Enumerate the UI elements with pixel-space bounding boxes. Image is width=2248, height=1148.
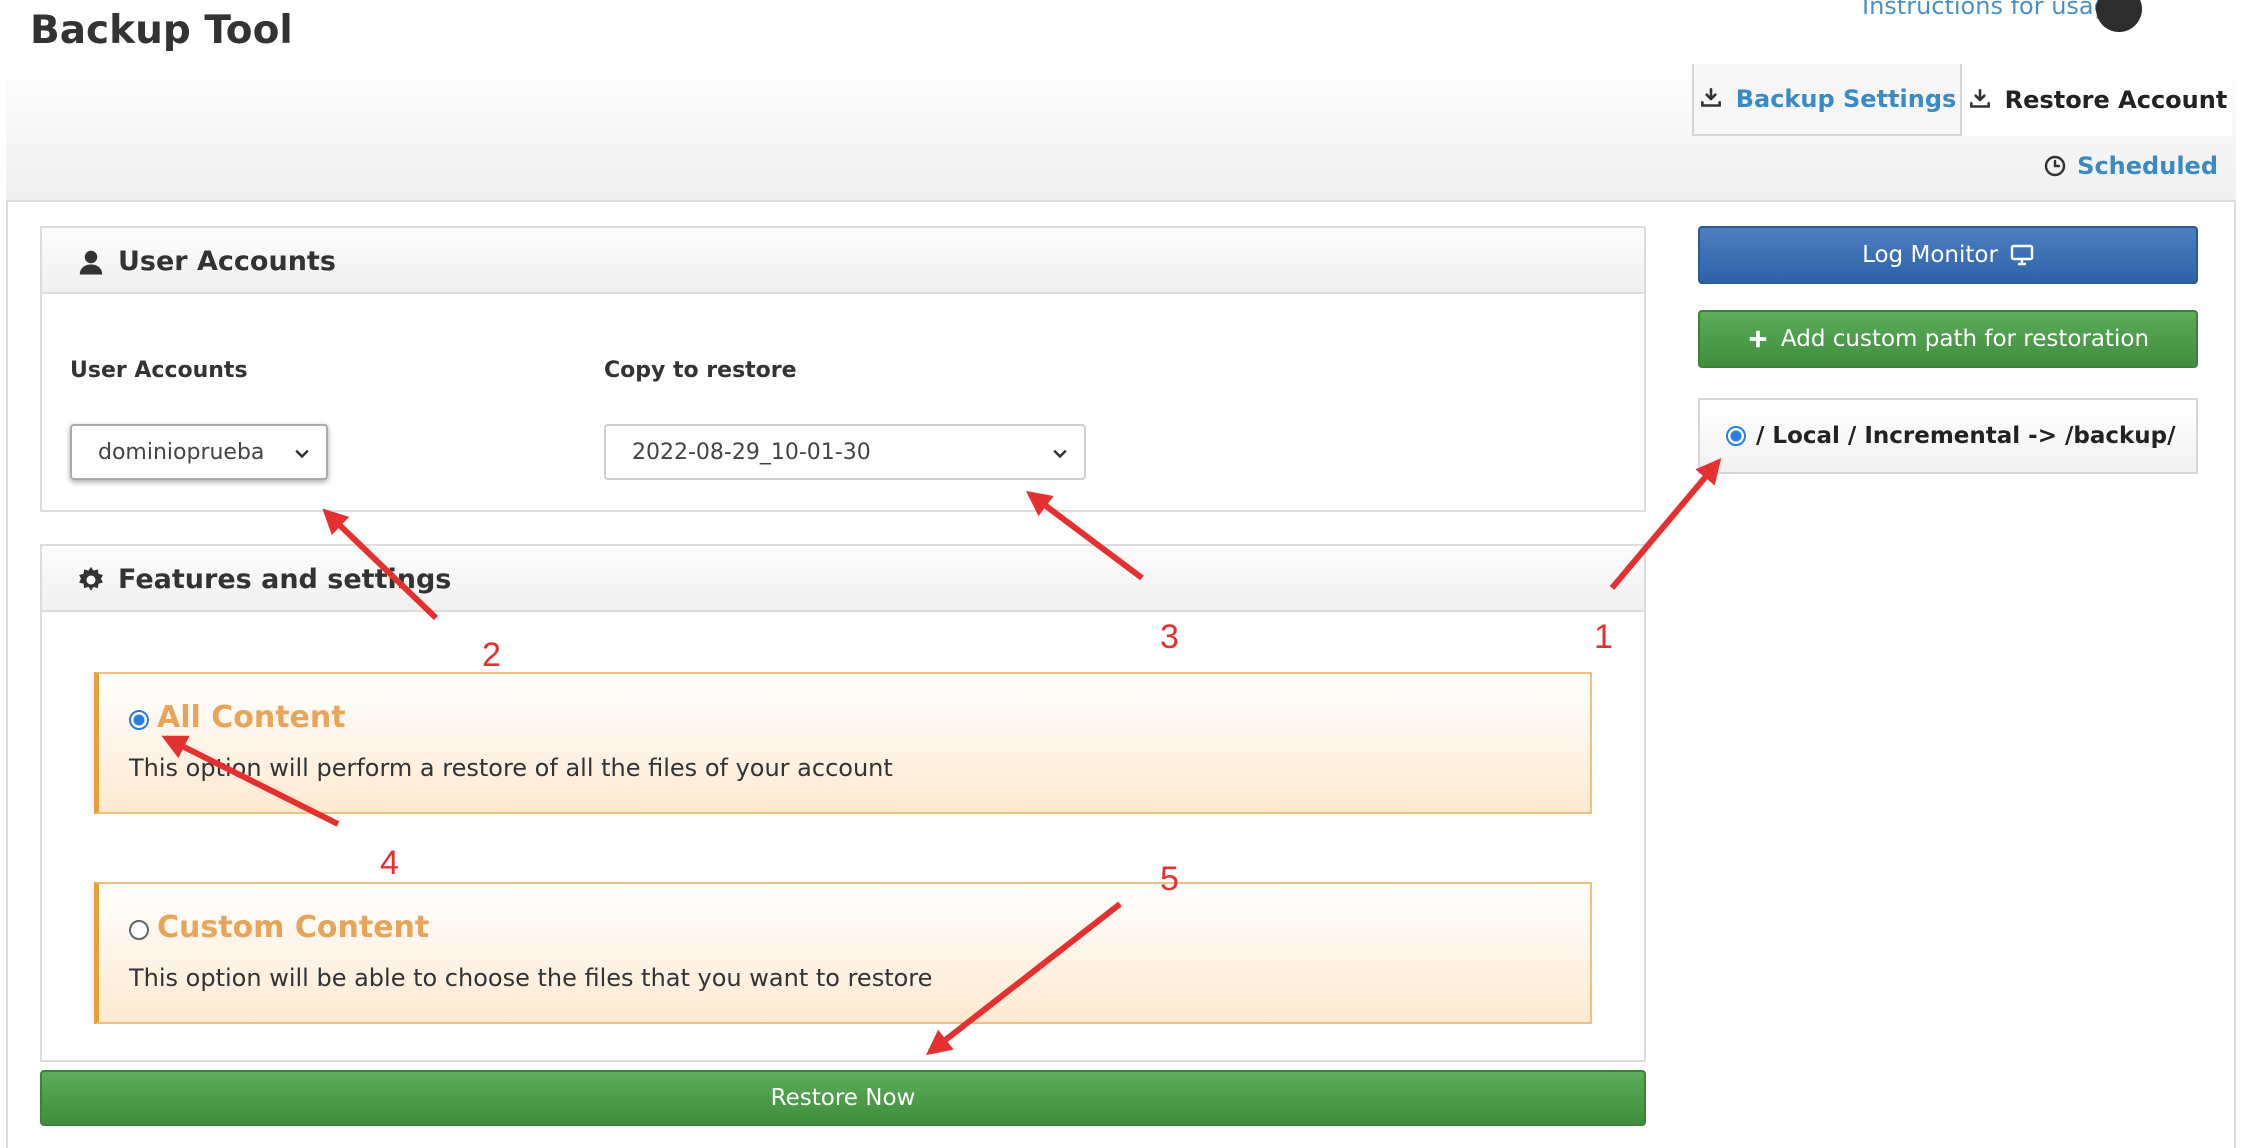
custom-content-radio[interactable] [129, 920, 149, 940]
restore-path-radio[interactable] [1726, 426, 1746, 446]
add-custom-path-button[interactable]: Add custom path for restoration [1698, 310, 2198, 368]
scheduled-link[interactable]: Scheduled [2043, 152, 2218, 180]
panel-title: Features and settings [118, 563, 452, 595]
instructions-link[interactable]: Instructions for usage [1862, 0, 2124, 20]
custom-content-title: Custom Content [157, 910, 430, 945]
annotation-number-1: 1 [1594, 618, 1613, 656]
chevron-down-icon [295, 449, 309, 459]
all-content-title: All Content [157, 700, 346, 735]
log-monitor-button[interactable]: Log Monitor [1698, 226, 2198, 284]
panel-title: User Accounts [118, 245, 336, 277]
custom-content-description: This option will be able to choose the f… [129, 964, 933, 992]
copy-to-restore-label: Copy to restore [604, 358, 797, 383]
tab-backup-settings[interactable]: Backup Settings [1692, 64, 1962, 136]
user-accounts-value: dominioprueba [98, 439, 265, 465]
user-accounts-label: User Accounts [70, 358, 248, 383]
restore-path-option[interactable]: / Local / Incremental -> /backup/ [1698, 398, 2198, 474]
monitor-icon [2010, 244, 2034, 266]
annotation-number-4: 4 [380, 844, 399, 882]
add-custom-path-label: Add custom path for restoration [1780, 326, 2150, 352]
annotation-number-3: 3 [1160, 618, 1179, 656]
annotation-number-2: 2 [482, 636, 501, 674]
tab-backup-settings-label: Backup Settings [1735, 85, 1957, 113]
tab-restore-account[interactable]: Restore Account [1962, 64, 2232, 136]
restore-path-label: / Local / Incremental -> /backup/ [1756, 423, 2176, 449]
custom-content-option[interactable]: Custom Content This option will be able … [94, 882, 1592, 1024]
user-accounts-panel: User Accounts User Accounts dominioprueb… [40, 226, 1646, 512]
chevron-down-icon [1053, 449, 1067, 459]
page-title: Backup Tool [30, 8, 293, 53]
tab-restore-account-label: Restore Account [2004, 86, 2228, 114]
restore-now-label: Restore Now [770, 1085, 916, 1111]
all-content-radio[interactable] [129, 710, 149, 730]
copy-to-restore-value: 2022-08-29_10-01-30 [632, 439, 871, 465]
plus-icon [1749, 330, 1767, 348]
clock-icon [2044, 155, 2066, 177]
log-monitor-label: Log Monitor [1862, 242, 1998, 268]
download-icon [1969, 88, 1990, 108]
user-icon [79, 250, 103, 275]
help-icon[interactable] [2096, 0, 2142, 32]
gear-icon [79, 566, 103, 591]
all-content-option[interactable]: All Content This option will perform a r… [94, 672, 1592, 814]
restore-now-button[interactable]: Restore Now [40, 1070, 1646, 1126]
scheduled-label: Scheduled [2077, 152, 2218, 180]
all-content-description: This option will perform a restore of al… [129, 754, 893, 782]
annotation-number-5: 5 [1160, 860, 1179, 898]
copy-to-restore-select[interactable]: 2022-08-29_10-01-30 [604, 424, 1086, 480]
user-accounts-select[interactable]: dominioprueba [70, 424, 328, 480]
download-icon [1700, 87, 1721, 107]
